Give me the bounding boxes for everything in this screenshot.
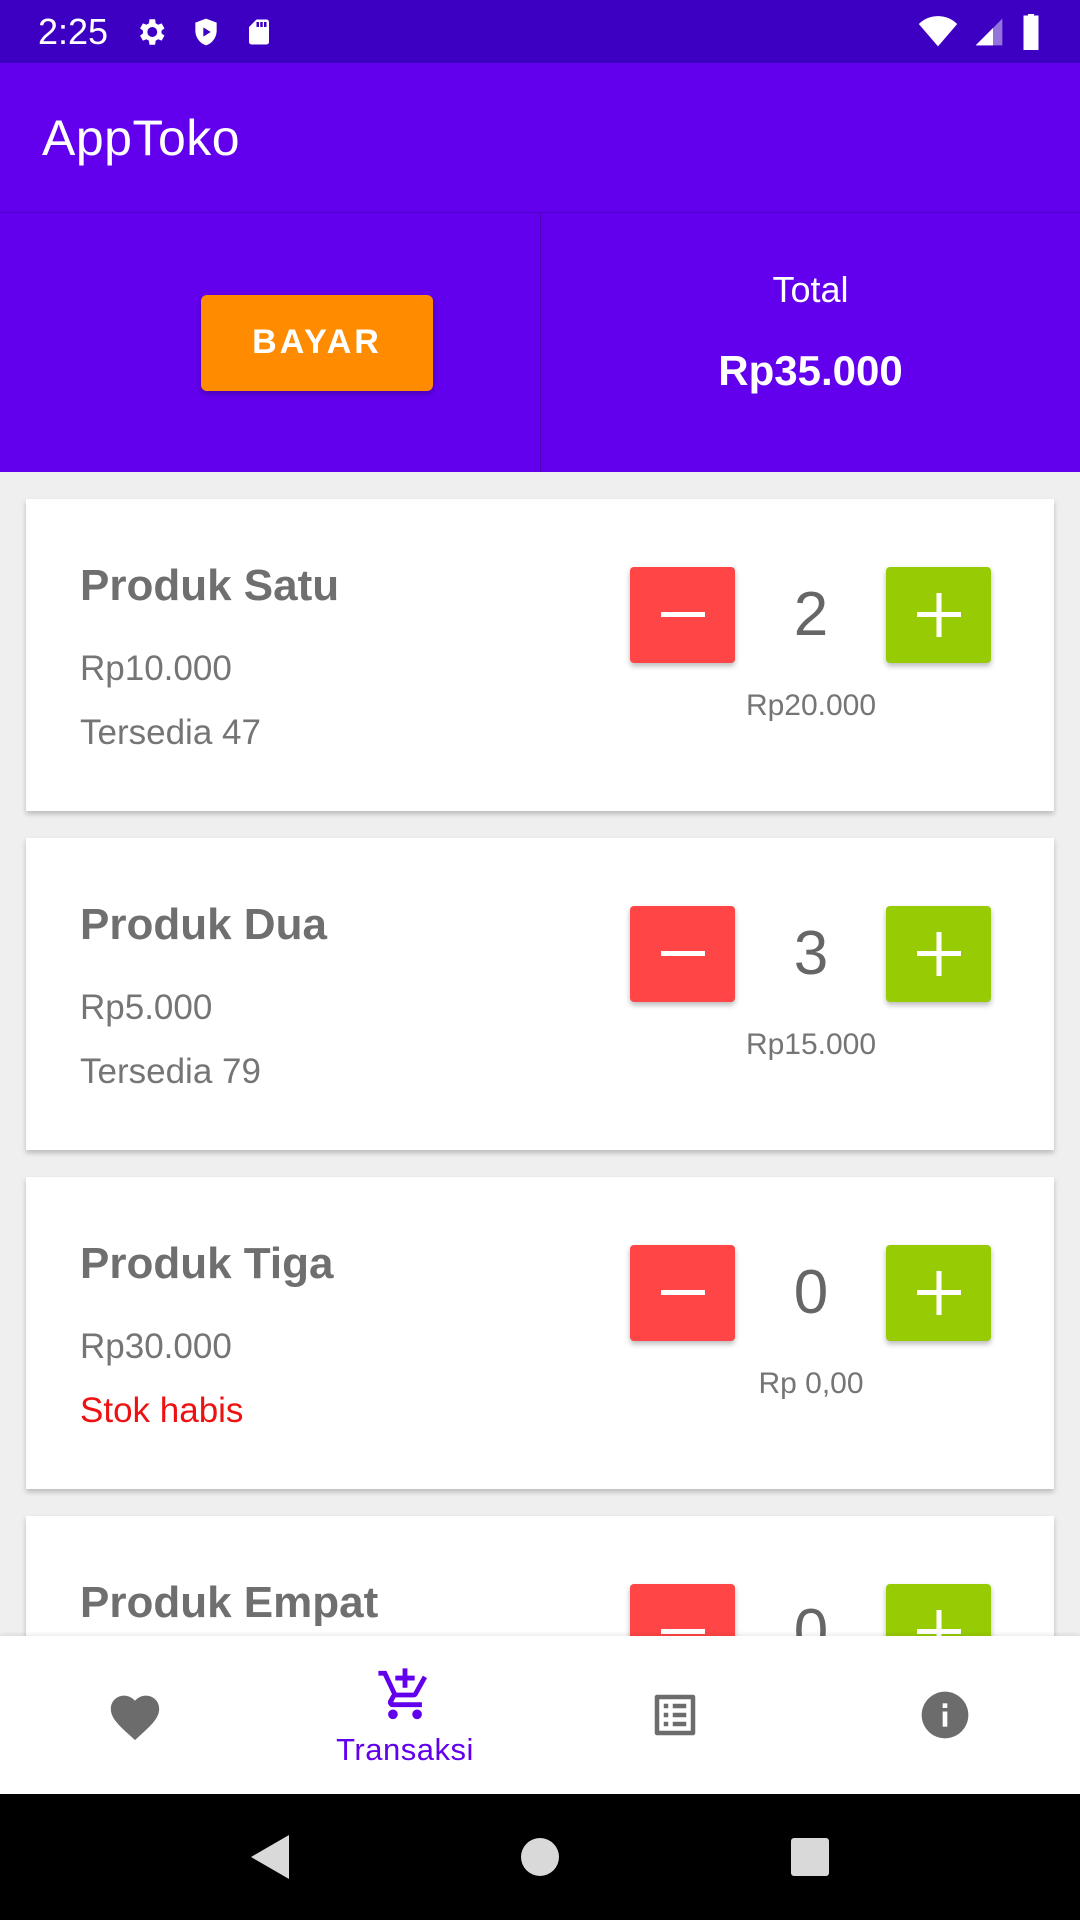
gear-icon xyxy=(134,15,168,49)
decrease-button[interactable] xyxy=(630,567,735,663)
quantity-value: 2 xyxy=(793,580,829,649)
plus-icon xyxy=(916,593,961,637)
minus-icon xyxy=(660,612,705,617)
nav-item-favorite[interactable] xyxy=(0,1636,270,1794)
product-list[interactable]: Produk Satu Rp10.000 Tersedia 47 2 Rp20.… xyxy=(0,472,1080,1636)
system-navigation-bar xyxy=(0,1794,1080,1920)
app-bar: AppToko xyxy=(0,63,1080,212)
product-name: Produk Satu xyxy=(80,561,340,610)
minus-icon xyxy=(660,1629,705,1634)
quantity-value: 3 xyxy=(793,919,829,988)
nav-item-transaksi[interactable]: Transaksi xyxy=(270,1636,540,1794)
recents-button[interactable] xyxy=(675,1837,945,1877)
app-title: AppToko xyxy=(42,109,241,166)
total-value: Rp35.000 xyxy=(718,346,903,394)
summary-panel: BAYAR Total Rp35.000 xyxy=(0,212,1080,472)
screen: 2:25 AppToko BAYAR Total Rp35.000 Produk… xyxy=(0,0,1080,1920)
plus-icon xyxy=(916,1610,961,1636)
decrease-button[interactable] xyxy=(630,906,735,1002)
increase-button[interactable] xyxy=(886,567,991,663)
subtotal-value: Rp20.000 xyxy=(745,689,877,722)
decrease-button[interactable] xyxy=(630,1245,735,1341)
out-of-stock-label: Stok habis xyxy=(80,1391,244,1430)
product-card: Produk Empat 0 xyxy=(26,1516,1054,1636)
minus-icon xyxy=(660,1290,705,1295)
product-price: Rp5.000 xyxy=(80,988,213,1027)
plus-icon xyxy=(916,932,961,976)
nav-item-list[interactable] xyxy=(540,1636,810,1794)
product-stock: Tersedia 47 xyxy=(80,713,261,752)
product-stock: Tersedia 79 xyxy=(80,1052,261,1091)
list-icon xyxy=(654,1694,696,1736)
total-label: Total xyxy=(772,268,849,310)
increase-button[interactable] xyxy=(886,906,991,1002)
status-time: 2:25 xyxy=(38,10,109,52)
plus-icon xyxy=(916,1271,961,1315)
recents-square-icon xyxy=(791,1838,829,1876)
product-name: Produk Tiga xyxy=(80,1239,334,1288)
nav-label-transaksi: Transaksi xyxy=(336,1732,474,1767)
status-bar: 2:25 xyxy=(0,0,1080,63)
battery-icon xyxy=(1020,13,1042,50)
subtotal-value: Rp 0,00 xyxy=(758,1367,864,1400)
product-price: Rp30.000 xyxy=(80,1327,232,1366)
sd-card-icon xyxy=(244,15,274,49)
product-name: Produk Empat xyxy=(80,1578,379,1627)
pay-button[interactable]: BAYAR xyxy=(201,294,433,391)
status-icons-left xyxy=(134,15,274,49)
info-icon xyxy=(921,1691,969,1739)
increase-button[interactable] xyxy=(886,1245,991,1341)
bottom-navigation: Transaksi xyxy=(0,1636,1080,1794)
product-price: Rp10.000 xyxy=(80,649,232,688)
nav-item-info[interactable] xyxy=(810,1636,1080,1794)
product-card: Produk Tiga Rp30.000 Stok habis 0 Rp 0,0… xyxy=(26,1177,1054,1489)
product-name: Produk Dua xyxy=(80,900,327,949)
summary-right: Total Rp35.000 xyxy=(541,213,1080,472)
home-button[interactable] xyxy=(405,1837,675,1877)
signal-icon xyxy=(972,16,1006,48)
shield-play-icon xyxy=(190,15,222,49)
status-icons-right xyxy=(918,13,1042,50)
increase-button[interactable] xyxy=(886,1584,991,1636)
wifi-icon xyxy=(918,15,958,48)
back-triangle-icon xyxy=(251,1835,289,1879)
subtotal-value: Rp15.000 xyxy=(745,1028,877,1061)
heart-icon xyxy=(110,1695,160,1741)
minus-icon xyxy=(660,951,705,956)
cart-add-icon xyxy=(378,1668,427,1720)
product-card: Produk Satu Rp10.000 Tersedia 47 2 Rp20.… xyxy=(26,499,1054,811)
quantity-value: 0 xyxy=(793,1258,829,1327)
summary-left: BAYAR xyxy=(0,213,541,472)
back-button[interactable] xyxy=(135,1833,405,1881)
product-card: Produk Dua Rp5.000 Tersedia 79 3 Rp15.00… xyxy=(26,838,1054,1150)
home-circle-icon xyxy=(521,1838,559,1876)
decrease-button[interactable] xyxy=(630,1584,735,1636)
quantity-value: 0 xyxy=(793,1597,829,1636)
